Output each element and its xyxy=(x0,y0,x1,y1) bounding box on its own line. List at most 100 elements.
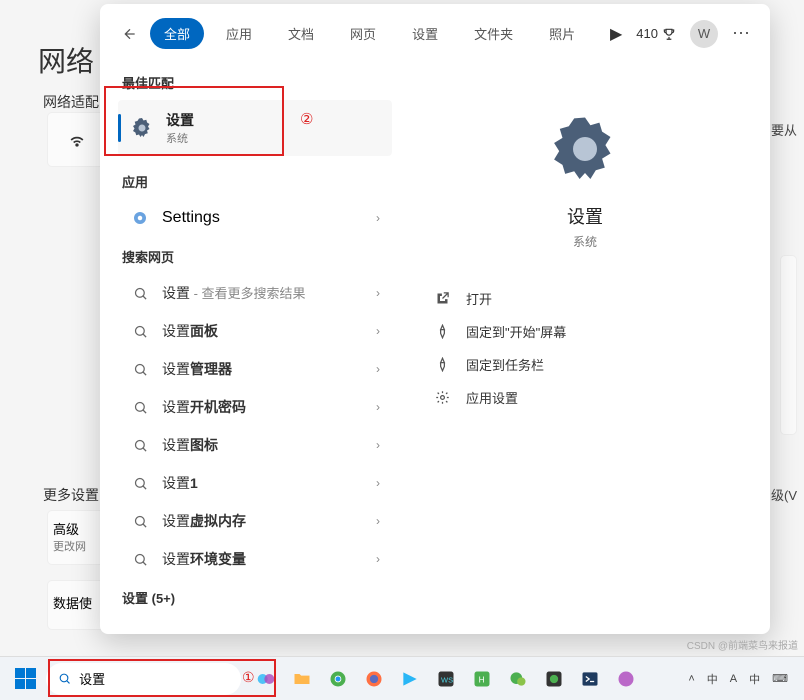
chevron-right-icon: › xyxy=(376,514,380,528)
web-suffix: - 查看更多搜索结果 xyxy=(190,286,306,301)
taskbar-apps: WS H xyxy=(249,662,643,696)
pin-icon xyxy=(432,324,452,339)
search-popup: 全部 应用 文档 网页 设置 文件夹 照片 ▶ 410 W ⋯ 最佳匹配 设置 xyxy=(100,4,770,634)
preview-column: 设置 系统 打开 固定到"开始"屏幕 固定到任务栏 应用设置 xyxy=(400,63,770,634)
windows-logo-icon xyxy=(15,668,36,689)
taskbar-chrome[interactable] xyxy=(321,662,355,696)
web-result-5[interactable]: 设置1 › xyxy=(118,464,392,502)
wifi-card[interactable] xyxy=(47,112,107,167)
taskbar-tray: ˄ 中 A 中 ⌨ xyxy=(684,669,798,689)
back-button[interactable] xyxy=(118,22,142,46)
watermark: CSDN @前端菜鸟来报道 xyxy=(687,637,798,652)
play-icon[interactable]: ▶ xyxy=(610,24,622,44)
action-pin-taskbar[interactable]: 固定到任务栏 xyxy=(424,348,746,381)
taskbar-search[interactable] xyxy=(46,663,241,695)
filter-photos[interactable]: 照片 xyxy=(535,18,589,49)
search-icon xyxy=(130,476,150,491)
taskbar-app[interactable] xyxy=(609,662,643,696)
best-match-item[interactable]: 设置 系统 xyxy=(118,100,392,156)
rewards-points[interactable]: 410 xyxy=(636,26,676,41)
bg-card-sub: 更改网 xyxy=(53,538,101,554)
taskbar-webstorm[interactable]: WS xyxy=(429,662,463,696)
web-result-1[interactable]: 设置面板 › xyxy=(118,312,392,350)
filter-apps[interactable]: 应用 xyxy=(212,18,266,49)
section-best-match: 最佳匹配 xyxy=(118,63,392,100)
more-menu[interactable]: ⋯ xyxy=(732,23,752,44)
gear-icon xyxy=(130,116,154,140)
tray-ime[interactable]: 中 xyxy=(703,669,722,689)
action-label: 固定到任务栏 xyxy=(466,355,544,374)
bg-page-title: 网络 xyxy=(38,40,94,80)
app-item-settings[interactable]: Settings › xyxy=(118,199,392,237)
app-icon xyxy=(130,209,150,227)
bg-right-text: 要从 xyxy=(771,120,797,139)
action-open[interactable]: 打开 xyxy=(424,282,746,315)
taskbar-wechat-dev[interactable] xyxy=(537,662,571,696)
best-match-title: 设置 xyxy=(166,110,194,130)
search-icon xyxy=(130,400,150,415)
web-result-3[interactable]: 设置开机密码 › xyxy=(118,388,392,426)
gear-icon-large xyxy=(549,113,621,185)
app-name: Settings xyxy=(162,209,220,227)
best-match-sub: 系统 xyxy=(166,130,194,146)
popup-header: 全部 应用 文档 网页 设置 文件夹 照片 ▶ 410 W ⋯ xyxy=(100,4,770,63)
chevron-right-icon: › xyxy=(376,211,380,225)
web-prefix: 设置 xyxy=(162,285,190,301)
tray-ime[interactable]: 中 xyxy=(745,669,764,689)
bg-more-label: 更多设置 xyxy=(43,485,99,505)
action-label: 固定到"开始"屏幕 xyxy=(466,322,566,341)
trophy-icon xyxy=(662,27,676,41)
bg-advanced-card[interactable]: 高级 更改网 xyxy=(47,510,107,565)
taskbar-wechat[interactable] xyxy=(501,662,535,696)
action-label: 打开 xyxy=(466,289,492,308)
web-result-0[interactable]: 设置 - 查看更多搜索结果 › xyxy=(118,274,392,312)
user-avatar[interactable]: W xyxy=(690,20,718,48)
bg-right-text2: 级(V xyxy=(771,485,797,504)
chevron-right-icon: › xyxy=(376,324,380,338)
action-label: 应用设置 xyxy=(466,388,518,407)
filter-folders[interactable]: 文件夹 xyxy=(460,18,527,49)
bg-card-title: 数据使 xyxy=(53,593,101,612)
results-column: 最佳匹配 设置 系统 应用 Settings › 搜索网页 xyxy=(100,63,400,634)
pin-icon xyxy=(432,357,452,372)
svg-text:H: H xyxy=(479,674,485,684)
action-pin-start[interactable]: 固定到"开始"屏幕 xyxy=(424,315,746,348)
taskbar-hbuilder[interactable]: H xyxy=(465,662,499,696)
search-icon xyxy=(130,286,150,301)
filter-all[interactable]: 全部 xyxy=(150,18,204,49)
annotation-1: ① xyxy=(242,669,255,686)
preview-title: 设置 xyxy=(567,203,603,229)
points-value: 410 xyxy=(636,26,658,41)
section-settings-more[interactable]: 设置 (5+) xyxy=(118,578,392,615)
chevron-right-icon: › xyxy=(376,362,380,376)
filter-web[interactable]: 网页 xyxy=(336,18,390,49)
action-app-settings[interactable]: 应用设置 xyxy=(424,381,746,414)
start-button[interactable] xyxy=(6,660,44,698)
taskbar-powershell[interactable] xyxy=(573,662,607,696)
bg-right-strip xyxy=(780,255,797,435)
taskbar-vscode[interactable] xyxy=(393,662,427,696)
search-input[interactable] xyxy=(79,671,229,686)
filter-settings[interactable]: 设置 xyxy=(398,18,452,49)
open-icon xyxy=(432,291,452,306)
search-icon xyxy=(58,671,71,686)
tray-ime-icon[interactable]: ⌨ xyxy=(768,670,792,687)
web-result-2[interactable]: 设置管理器 › xyxy=(118,350,392,388)
taskbar-firefox[interactable] xyxy=(357,662,391,696)
filter-docs[interactable]: 文档 xyxy=(274,18,328,49)
gear-icon xyxy=(432,390,452,405)
chevron-right-icon: › xyxy=(376,552,380,566)
wifi-icon xyxy=(67,130,87,150)
tray-ime[interactable]: A xyxy=(726,671,741,687)
web-result-6[interactable]: 设置虚拟内存 › xyxy=(118,502,392,540)
preview-sub: 系统 xyxy=(573,233,597,250)
annotation-2: ② xyxy=(300,110,313,128)
taskbar: WS H ˄ 中 A 中 ⌨ xyxy=(0,656,804,700)
tray-chevron-icon[interactable]: ˄ xyxy=(684,671,698,687)
search-icon xyxy=(130,362,150,377)
web-result-7[interactable]: 设置环境变量 › xyxy=(118,540,392,578)
web-result-4[interactable]: 设置图标 › xyxy=(118,426,392,464)
bg-data-card[interactable]: 数据使 xyxy=(47,580,107,630)
taskbar-explorer[interactable] xyxy=(285,662,319,696)
svg-text:WS: WS xyxy=(441,675,453,684)
